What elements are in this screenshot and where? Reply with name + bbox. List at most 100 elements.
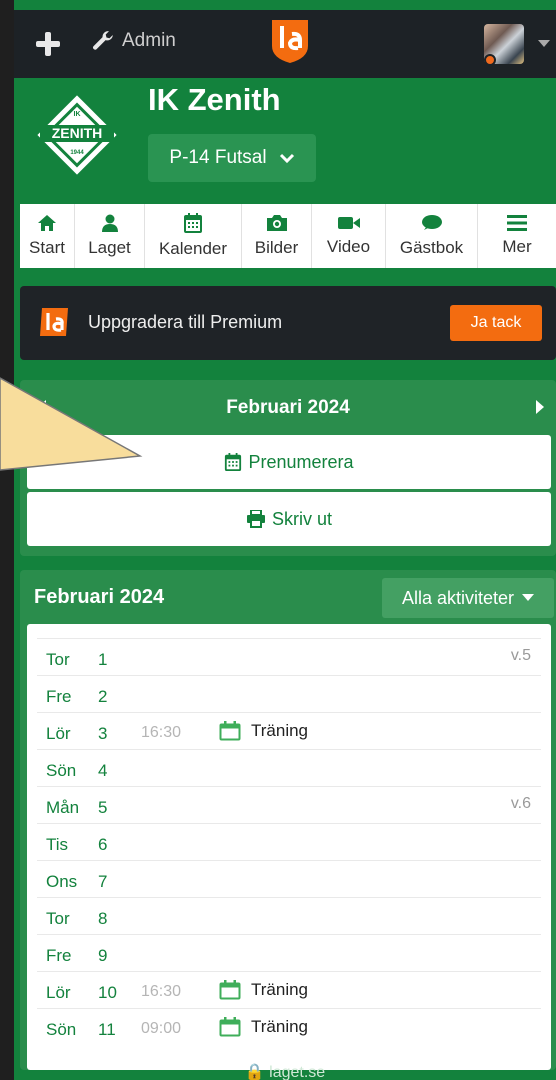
list-item[interactable]: Sön 11 09:00 Träning — [37, 1008, 541, 1045]
caret-down-icon — [522, 594, 535, 601]
event-title: Träning — [251, 1017, 309, 1036]
top-strip — [14, 0, 556, 10]
list-item[interactable]: Tor 8 — [37, 897, 541, 934]
list-item[interactable]: Lör 3 16:30 Träning — [37, 712, 541, 749]
day-number: 5 — [98, 798, 108, 817]
svg-text:1944: 1944 — [70, 150, 84, 156]
event-link[interactable]: Träning — [219, 721, 308, 741]
admin-label: Admin — [122, 30, 176, 51]
week-number: v.5 — [510, 647, 531, 664]
list-item[interactable]: Ons 7 — [37, 860, 541, 897]
calendar-event-icon — [219, 1017, 241, 1037]
day-name: Mån — [46, 798, 80, 817]
user-icon — [101, 214, 118, 232]
wrench-icon — [93, 31, 113, 50]
tab-label: Kalender — [158, 239, 228, 258]
day-name: Lör — [46, 983, 71, 1002]
day-name: Tor — [46, 650, 70, 669]
event-title: Träning — [251, 980, 309, 999]
list-item[interactable]: Lör 10 16:30 Träning — [37, 971, 541, 1008]
day-number: 10 — [98, 983, 117, 1002]
day-name: Ons — [46, 872, 78, 891]
list-item[interactable]: Sön 4 — [37, 749, 541, 786]
event-title: Träning — [251, 721, 309, 740]
tab-label: Mer — [502, 237, 532, 256]
list-title: Februari 2024 — [34, 586, 165, 608]
day-name: Fre — [46, 946, 72, 965]
admin-link[interactable]: Admin — [90, 28, 176, 54]
day-number: 1 — [98, 650, 108, 669]
plus-icon[interactable] — [36, 32, 60, 56]
team-select-label: P-14 Futsal — [169, 147, 267, 168]
footer-label: laget.se — [269, 1064, 326, 1080]
tab-bilder[interactable]: Bilder — [242, 204, 312, 268]
tab-label: Laget — [88, 238, 131, 257]
club-badge: IK ZENITH 1944 — [37, 95, 117, 175]
print-button[interactable]: Skriv ut — [27, 492, 551, 546]
team-select[interactable]: P-14 Futsal — [148, 134, 316, 182]
tab-laget[interactable]: Laget — [75, 204, 145, 268]
tab-label: Bilder — [254, 238, 299, 257]
premium-text: Uppgradera till Premium — [88, 312, 283, 332]
subscribe-label: Prenumerera — [248, 451, 354, 472]
event-time: 09:00 — [141, 1020, 182, 1037]
tab-video[interactable]: Video — [312, 204, 386, 268]
printer-icon — [246, 510, 265, 528]
day-number: 2 — [98, 687, 108, 706]
calendar-icon — [225, 453, 242, 471]
day-name: Tis — [46, 835, 69, 854]
app-frame: Admin IK ZENITH 1944 IK Zenith P-14 Futs… — [14, 0, 556, 1080]
activity-filter-dropdown[interactable]: Alla aktiviteter — [382, 578, 554, 618]
list-item[interactable]: Fre 2 — [37, 675, 541, 712]
event-link[interactable]: Träning — [219, 1017, 308, 1037]
day-name: Fre — [46, 687, 72, 706]
notification-dot — [484, 54, 496, 66]
next-month-icon[interactable] — [536, 400, 544, 414]
club-name: IK Zenith — [148, 82, 281, 117]
day-number: 4 — [98, 761, 108, 780]
month-title: Februari 2024 — [226, 397, 350, 418]
tab-kalender[interactable]: Kalender — [145, 204, 242, 268]
premium-banner: Uppgradera till Premium Ja tack — [20, 286, 556, 360]
svg-text:IK: IK — [74, 111, 81, 118]
calendar-event-icon — [219, 721, 241, 741]
event-time: 16:30 — [141, 724, 182, 741]
event-time: 16:30 — [141, 983, 182, 1000]
day-name: Tor — [46, 909, 70, 928]
caret-down-icon[interactable] — [538, 40, 550, 47]
list-item[interactable]: Fre 9 — [37, 934, 541, 971]
print-label: Skriv ut — [271, 508, 332, 529]
top-navbar: Admin — [14, 10, 556, 78]
day-number: 6 — [98, 835, 108, 854]
tab-mer[interactable]: Mer — [478, 204, 556, 268]
list-item[interactable]: Tis 6 — [37, 823, 541, 860]
tab-label: Start — [29, 238, 65, 257]
calendar-nav-panel: Februari 2024 Prenumerera Skriv ut — [20, 380, 556, 556]
menu-icon — [507, 215, 527, 231]
month-nav: Februari 2024 — [20, 380, 556, 434]
laget-logo[interactable] — [270, 18, 310, 64]
footer-link[interactable]: 🔒 laget.se — [14, 1062, 556, 1080]
day-number: 8 — [98, 909, 108, 928]
filter-label: Alla aktiviteter — [401, 587, 515, 608]
subscribe-button[interactable]: Prenumerera — [27, 435, 551, 489]
premium-accept-button[interactable]: Ja tack — [450, 305, 542, 341]
event-link[interactable]: Träning — [219, 980, 308, 1000]
tab-gastbok[interactable]: Gästbok — [386, 204, 478, 268]
tab-start[interactable]: Start — [20, 204, 75, 268]
svg-text:ZENITH: ZENITH — [52, 125, 103, 141]
list-item[interactable]: Tor 1 v.5 — [37, 638, 541, 675]
list-item[interactable]: Mån 5 v.6 — [37, 786, 541, 823]
calendar-icon — [184, 213, 202, 233]
chat-icon — [421, 215, 442, 230]
laget-logo-small — [40, 308, 68, 336]
tab-label: Gästbok — [399, 238, 464, 257]
activity-list: Tor 1 v.5 Fre 2 Lör 3 16:30 Träning Sön 4 Mån 5 v.6 Ti… — [27, 624, 551, 1070]
calendar-event-icon — [219, 980, 241, 1000]
video-icon — [337, 217, 360, 229]
section-tabs: Start Laget Kalender Bilder Video Gästbo… — [20, 204, 556, 268]
day-name: Sön — [46, 1020, 77, 1039]
day-name: Sön — [46, 761, 77, 780]
day-number: 7 — [98, 872, 108, 891]
tab-label: Video — [326, 237, 371, 256]
